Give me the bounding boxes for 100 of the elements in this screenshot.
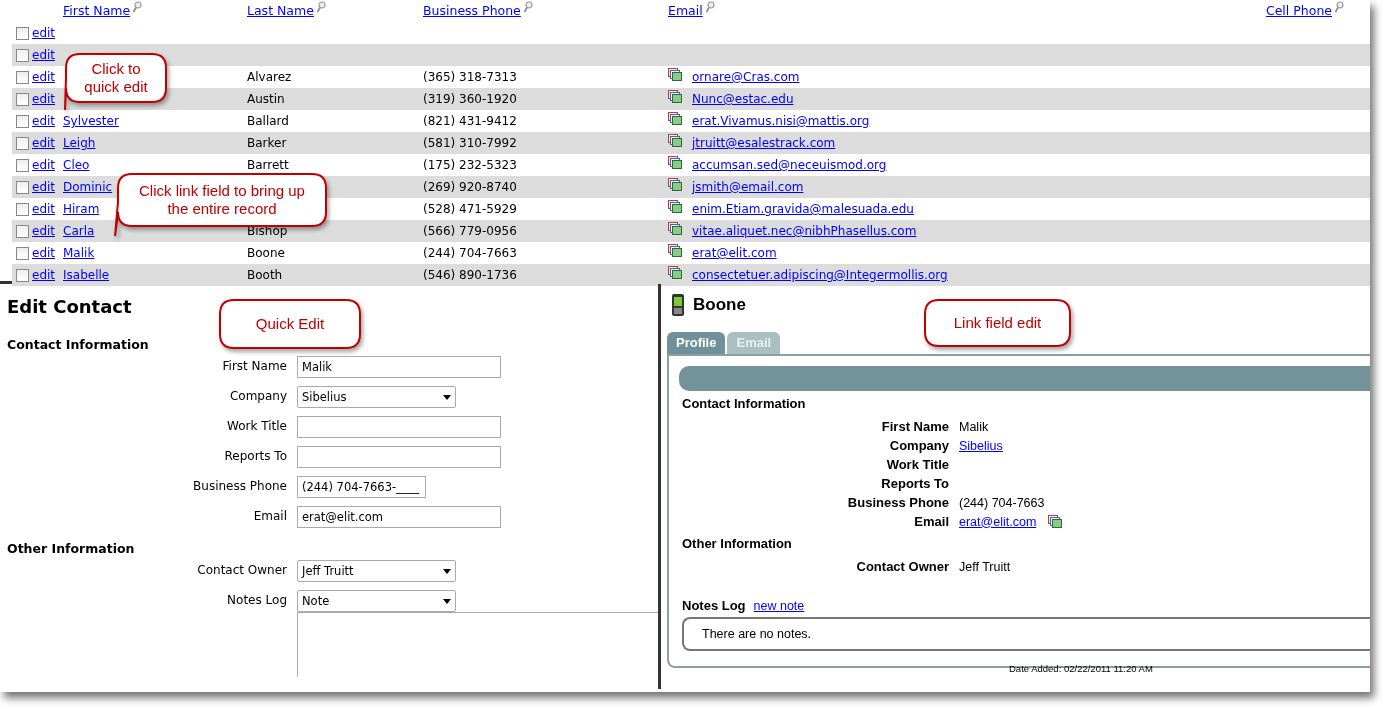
- contact-link[interactable]: Sylvester: [63, 114, 119, 128]
- email-link[interactable]: enim.Etiam.gravida@malesuada.edu: [692, 202, 914, 216]
- row-checkbox[interactable]: [16, 136, 29, 150]
- edit-link[interactable]: edit: [32, 48, 56, 62]
- field-label: Company: [889, 438, 949, 453]
- contact-link[interactable]: Isabelle: [63, 268, 110, 282]
- field-label: Contact Owner: [856, 559, 949, 574]
- email-icon[interactable]: [668, 134, 682, 147]
- email-icon[interactable]: [668, 266, 682, 279]
- row-checkbox[interactable]: [16, 158, 29, 172]
- email-icon[interactable]: [668, 244, 682, 257]
- row-checkbox[interactable]: [16, 202, 29, 216]
- table-cell: (821) 431-9412: [423, 114, 517, 128]
- callout-text: Quick Edit: [255, 315, 325, 333]
- edit-link[interactable]: edit: [32, 70, 56, 84]
- email-icon[interactable]: [668, 222, 682, 235]
- input-field[interactable]: (244) 704-7663-____: [297, 476, 426, 498]
- edit-link[interactable]: edit: [32, 268, 56, 282]
- table-cell: (566) 779-0956: [423, 224, 517, 238]
- row-checkbox[interactable]: [16, 224, 29, 238]
- contact-link[interactable]: Carla: [63, 224, 95, 238]
- row-checkbox[interactable]: [16, 246, 29, 260]
- column-header-link[interactable]: Cell Phone: [1265, 3, 1332, 18]
- field-label: Business Phone: [847, 495, 949, 510]
- email-link[interactable]: jsmith@email.com: [692, 180, 804, 194]
- email-link[interactable]: erat@elit.com: [959, 514, 1037, 529]
- email-link[interactable]: vitae.aliquet.nec@nibhPhasellus.com: [692, 224, 917, 238]
- caret-icon[interactable]: [443, 394, 451, 400]
- edit-link[interactable]: edit: [32, 158, 56, 172]
- section-heading: Contact Information: [7, 335, 150, 354]
- email-link[interactable]: erat.Vivamus.nisi@mattis.org: [692, 114, 870, 128]
- column-header-link[interactable]: Last Name: [247, 3, 314, 18]
- input-field[interactable]: [297, 416, 501, 438]
- row-checkbox[interactable]: [16, 180, 29, 194]
- input-field[interactable]: [297, 446, 501, 468]
- table-cell: Barrett: [247, 158, 289, 172]
- row-checkbox[interactable]: [16, 70, 29, 84]
- row-checkbox[interactable]: [16, 268, 29, 282]
- email-link[interactable]: accumsan.sed@neceuismod.org: [692, 158, 887, 172]
- edit-link[interactable]: edit: [32, 114, 56, 128]
- table-cell: (319) 360-1920: [423, 92, 517, 106]
- row-checkbox[interactable]: [16, 48, 29, 62]
- edit-link[interactable]: edit: [32, 180, 56, 194]
- contact-link[interactable]: Hiram: [63, 202, 100, 216]
- input-field[interactable]: erat@elit.com: [297, 506, 501, 528]
- edit-link[interactable]: edit: [32, 224, 56, 238]
- caret-icon[interactable]: [443, 598, 451, 604]
- row-checkbox[interactable]: [16, 114, 29, 128]
- edit-link[interactable]: edit: [32, 92, 56, 106]
- table-cell: (175) 232-5323: [423, 158, 517, 172]
- field-label: Reports To: [881, 476, 949, 491]
- company-link[interactable]: Sibelius: [959, 438, 1003, 453]
- table-cell: Austin: [247, 92, 285, 106]
- column-header-link[interactable]: Business Phone: [423, 3, 521, 18]
- email-icon[interactable]: [1048, 515, 1063, 528]
- contact-link[interactable]: Malik: [63, 246, 95, 260]
- dropdown[interactable]: Sibelius: [297, 386, 456, 408]
- column-header-link[interactable]: First Name: [63, 3, 131, 18]
- table-cell: Booth: [247, 268, 283, 282]
- contact-link[interactable]: Dominic: [63, 180, 113, 194]
- new-note-link[interactable]: new note: [753, 598, 805, 613]
- edit-link[interactable]: edit: [32, 26, 56, 40]
- table-cell: (581) 310-7992: [423, 136, 517, 150]
- notes-log-label: Notes Log: [682, 598, 746, 613]
- field-label: Notes Log: [227, 593, 287, 607]
- caret-icon[interactable]: [443, 568, 451, 574]
- email-icon[interactable]: [668, 68, 682, 81]
- row-checkbox[interactable]: [16, 92, 29, 106]
- field-value: Jeff Truitt: [959, 559, 1011, 574]
- email-link[interactable]: erat@elit.com: [692, 246, 777, 260]
- table-cell: Alvarez: [247, 70, 292, 84]
- search-icon[interactable]: [315, 1, 326, 13]
- search-icon[interactable]: [132, 1, 143, 13]
- edit-link[interactable]: edit: [32, 136, 56, 150]
- email-icon[interactable]: [668, 112, 682, 125]
- search-icon[interactable]: [1334, 1, 1344, 13]
- contact-link[interactable]: Cleo: [63, 158, 90, 172]
- email-icon[interactable]: [668, 156, 682, 169]
- row-checkbox[interactable]: [16, 26, 29, 40]
- dropdown[interactable]: Jeff Truitt: [297, 560, 456, 582]
- contact-link[interactable]: Leigh: [63, 136, 96, 150]
- email-icon[interactable]: [668, 200, 682, 213]
- search-icon[interactable]: [704, 1, 715, 13]
- email-link[interactable]: jtruitt@esalestrack.com: [692, 136, 836, 150]
- email-link[interactable]: ornare@Cras.com: [692, 70, 800, 84]
- table-cell: Ballard: [247, 114, 289, 128]
- email-icon[interactable]: [668, 90, 682, 103]
- email-link[interactable]: consectetuer.adipiscing@Integermollis.org: [692, 268, 948, 282]
- table-cell: (528) 471-5929: [423, 202, 517, 216]
- input-field[interactable]: Malik: [297, 356, 501, 378]
- column-header-link[interactable]: Email: [668, 3, 703, 18]
- search-icon[interactable]: [522, 1, 533, 13]
- email-icon[interactable]: [668, 178, 682, 191]
- edit-link[interactable]: edit: [32, 202, 56, 216]
- edit-link[interactable]: edit: [32, 246, 56, 260]
- email-link[interactable]: Nunc@estac.edu: [692, 92, 794, 106]
- empty-notes-message: There are no notes.: [702, 627, 812, 641]
- field-value: Malik: [959, 419, 989, 434]
- dropdown[interactable]: Note: [297, 590, 456, 612]
- section-heading: Other Information: [682, 536, 793, 551]
